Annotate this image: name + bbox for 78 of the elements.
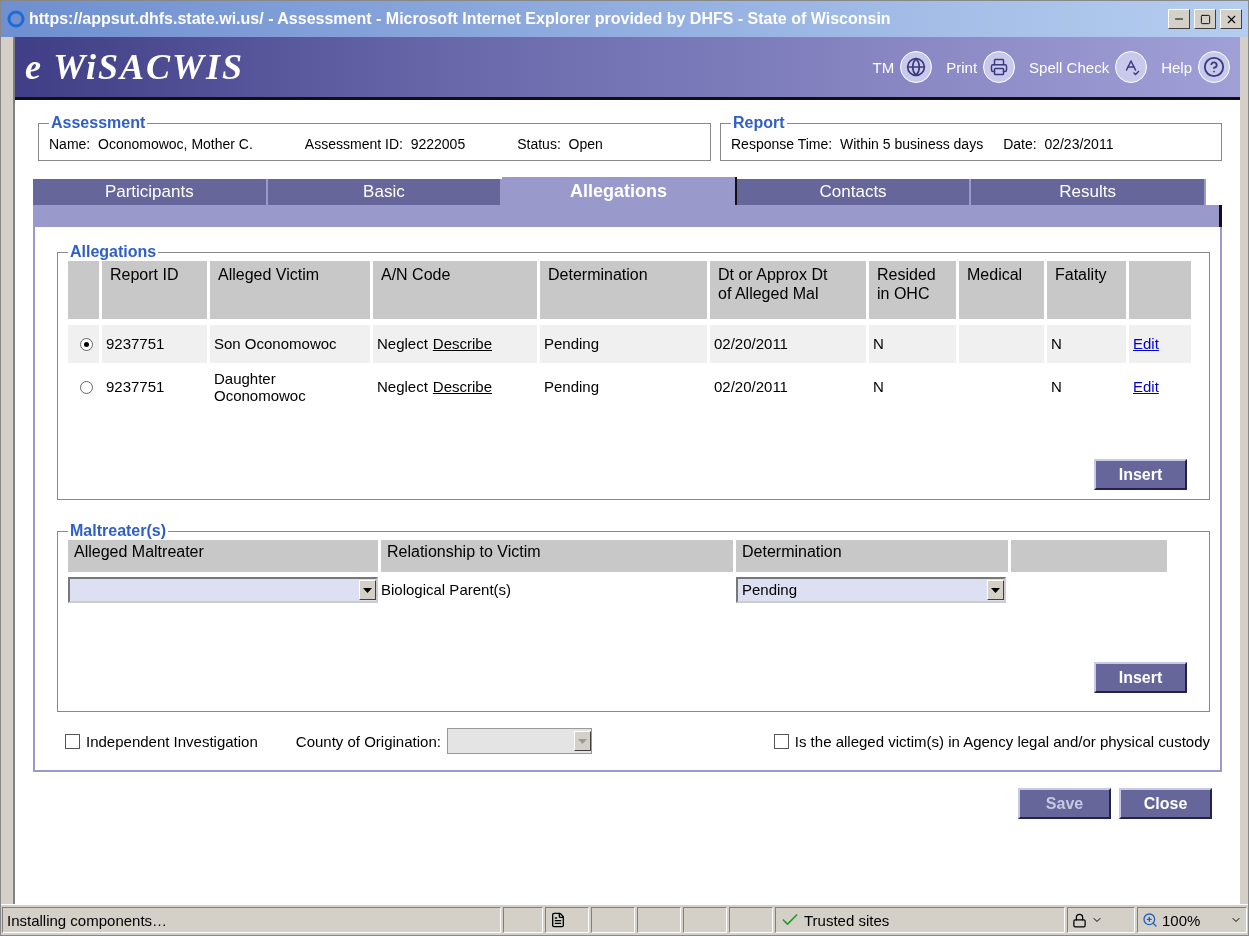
row-radio[interactable] xyxy=(80,337,93,351)
browser-icon xyxy=(7,10,25,28)
toolbar-button[interactable]: Print xyxy=(946,51,1016,83)
globe-icon xyxy=(900,51,933,83)
info-field: Response Time: Within 5 business days xyxy=(731,136,984,152)
column-header: Report ID xyxy=(102,261,207,319)
column-header: Determination xyxy=(540,261,707,319)
table-cell: Pending xyxy=(540,325,707,363)
column-header: Fatality xyxy=(1047,261,1126,319)
edit-link[interactable]: Edit xyxy=(1133,378,1159,396)
checkbox-label: Independent Investigation xyxy=(86,732,258,750)
column-header: Medical xyxy=(959,261,1044,319)
column-header: A/N Code xyxy=(373,261,537,319)
app-logo: e WiSACWIS xyxy=(25,46,246,88)
insert-button[interactable]: Insert xyxy=(1094,662,1187,693)
lock-icon xyxy=(1072,912,1087,928)
toolbar-button[interactable]: Spell Check xyxy=(1029,51,1148,83)
panel-title: Report xyxy=(732,114,786,132)
tab[interactable]: Participants xyxy=(33,179,268,205)
status-segment xyxy=(729,907,773,933)
page-icon xyxy=(550,912,566,928)
panel-title: Assessment xyxy=(50,114,147,132)
security-button[interactable] xyxy=(1067,907,1135,933)
info-field: Assessment ID: 9222005 xyxy=(304,136,466,152)
tab[interactable]: Results xyxy=(971,179,1206,205)
status-segment xyxy=(503,907,543,933)
info-field: Status: Open xyxy=(517,136,603,152)
panel-title: Allegations xyxy=(69,243,158,261)
table-header xyxy=(68,261,99,319)
toolbar-button[interactable]: TM xyxy=(872,51,933,83)
info-field: Name: Oconomowoc, Mother C. xyxy=(49,136,253,152)
maximize-button[interactable] xyxy=(1194,9,1216,29)
tab[interactable]: Basic xyxy=(267,179,503,205)
window-title: https://appsut.dhfs.state.wi.us/ - Assessment - Microsoft Internet Explorer provided by DHFS - State of Wisconsin xyxy=(29,10,892,28)
column-header: Resided in OHC xyxy=(869,261,956,319)
column-header: Dt or Approx Dt of Alleged Mal xyxy=(710,261,866,319)
checkbox[interactable] xyxy=(65,733,80,749)
maltreater-select[interactable] xyxy=(68,577,378,603)
column-header: Relationship to Victim xyxy=(381,540,733,572)
close-button[interactable] xyxy=(1220,9,1242,29)
describe-link[interactable]: Describe xyxy=(432,335,493,353)
column-header: Determination xyxy=(736,540,1008,572)
checkbox[interactable] xyxy=(773,733,789,749)
code-text: Neglect xyxy=(377,378,428,396)
table-cell: 02/20/2011 xyxy=(710,325,866,363)
table-cell: N xyxy=(869,325,956,363)
minimize-button[interactable] xyxy=(1168,9,1190,29)
describe-link[interactable]: Describe xyxy=(432,378,493,396)
status-text: Installing components… xyxy=(2,907,501,933)
field-label: County of Origination: xyxy=(295,732,441,750)
table-cell: Biological Parent(s) xyxy=(381,581,512,599)
panel-title: Maltreater(s) xyxy=(69,522,168,540)
printer-icon xyxy=(983,51,1016,83)
maximize-icon xyxy=(1199,13,1211,25)
help-icon xyxy=(1198,51,1230,83)
security-zone: Trusted sites xyxy=(775,907,1065,933)
tab[interactable]: Allegations xyxy=(502,177,737,205)
table-header xyxy=(1129,261,1191,319)
form-button[interactable]: Close xyxy=(1119,788,1212,819)
zoom-control[interactable]: 100% xyxy=(1137,907,1247,933)
table-cell: N xyxy=(1047,325,1126,363)
row-radio[interactable] xyxy=(80,380,93,394)
insert-button[interactable]: Insert xyxy=(1094,459,1187,490)
status-segment xyxy=(683,907,727,933)
code-text: Neglect xyxy=(377,335,428,353)
determination-select[interactable]: Pending xyxy=(736,577,1006,603)
zoom-icon xyxy=(1142,912,1158,928)
status-segment xyxy=(637,907,681,933)
checkbox-label: Is the alleged victim(s) in Agency legal and/or physical custody xyxy=(794,732,1210,750)
edit-link[interactable]: Edit xyxy=(1133,335,1159,353)
status-segment xyxy=(591,907,635,933)
info-field: Date: 02/23/2011 xyxy=(1003,136,1114,152)
tab[interactable]: Contacts xyxy=(736,179,972,205)
table-cell: 9237751 xyxy=(102,325,207,363)
column-header: Alleged Victim xyxy=(210,261,370,319)
column-header: Alleged Maltreater xyxy=(68,540,378,572)
table-cell: Son Oconomowoc xyxy=(210,325,370,363)
spellcheck-icon xyxy=(1115,51,1148,83)
